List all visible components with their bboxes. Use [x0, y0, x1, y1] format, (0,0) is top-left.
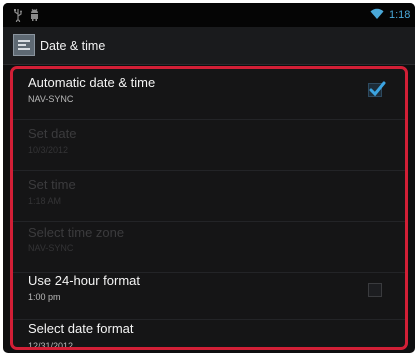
setting-summary: 12/31/2012 [28, 341, 74, 350]
automatic-date-time-checkbox[interactable] [368, 81, 386, 97]
setting-select-date-format[interactable]: Select date format 12/31/2012 [13, 320, 405, 350]
action-bar: Date & time [3, 27, 415, 65]
setting-use-24-hour-format[interactable]: Use 24-hour format 1:00 pm [13, 273, 405, 320]
status-bar: 1:18 [3, 3, 415, 27]
setting-title: Use 24-hour format [28, 273, 140, 288]
page-title: Date & time [40, 39, 106, 53]
usb-icon [13, 8, 23, 24]
setting-summary: NAV-SYNC [28, 94, 74, 104]
checkmark-icon [369, 81, 386, 97]
setting-title: Set time [28, 177, 76, 192]
setting-set-date[interactable]: Set date 10/3/2012 [13, 120, 405, 171]
setting-set-time[interactable]: Set time 1:18 AM [13, 171, 405, 222]
setting-select-time-zone[interactable]: Select time zone NAV-SYNC [13, 222, 405, 273]
use-24-hour-format-checkbox[interactable] [368, 283, 382, 297]
status-time: 1:18 [389, 9, 411, 21]
android-debug-icon [29, 8, 40, 22]
setting-title: Select date format [28, 321, 134, 336]
setting-title: Set date [28, 126, 77, 141]
setting-title: Select time zone [28, 225, 125, 240]
device-screen: 1:18 Date & time Automatic date & time N… [3, 3, 415, 353]
date-time-settings-icon[interactable] [13, 34, 35, 56]
setting-summary: 1:18 AM [28, 196, 62, 206]
settings-list: Automatic date & time NAV-SYNC Set date … [10, 66, 408, 350]
setting-title: Automatic date & time [28, 75, 156, 90]
wifi-icon [370, 8, 384, 22]
setting-summary: 1:00 pm [28, 292, 61, 302]
setting-summary: 10/3/2012 [28, 145, 69, 155]
setting-summary: NAV-SYNC [28, 243, 74, 253]
setting-automatic-date-time[interactable]: Automatic date & time NAV-SYNC [13, 69, 405, 120]
